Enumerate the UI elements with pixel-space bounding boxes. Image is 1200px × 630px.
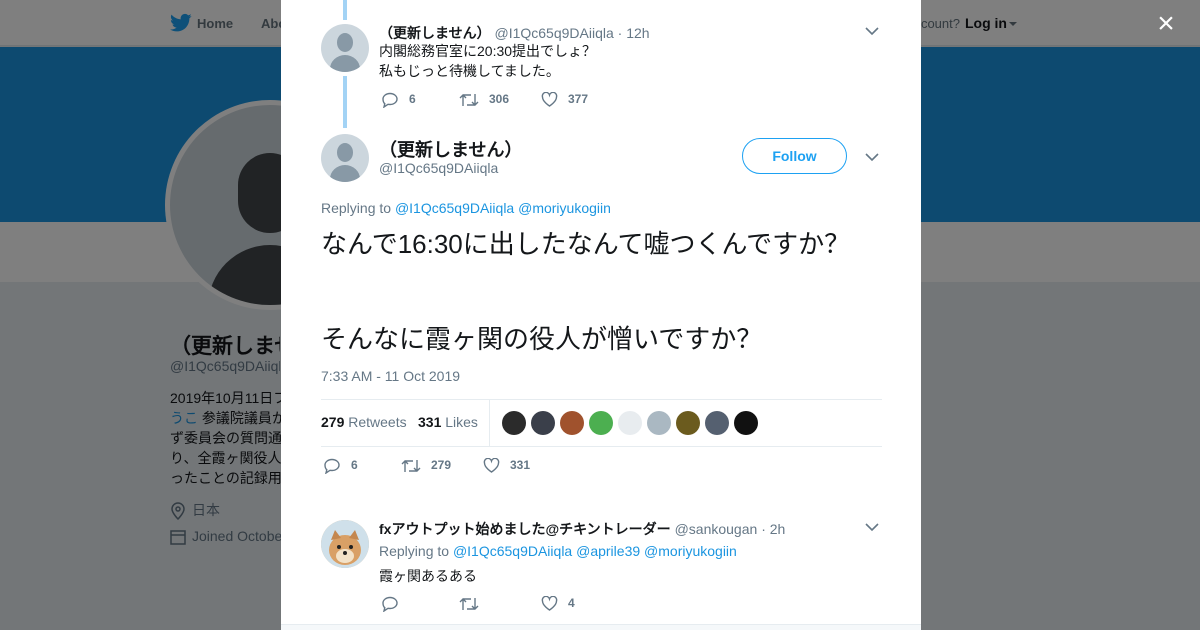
retweet-action[interactable]: 306	[459, 92, 509, 107]
reply-action[interactable]: 6	[381, 92, 416, 109]
prev-tweet-header: （更新しません） @I1Qc65q9DAiiqla · 12h	[379, 23, 650, 43]
retweet-icon	[401, 459, 421, 472]
thread-line	[343, 0, 347, 20]
main-tweet-text: そんなに霞ヶ関の役人が憎いですか？	[321, 324, 763, 354]
reply-tweet-avatar[interactable]	[321, 520, 369, 568]
tweet-timestamp[interactable]: 7:33 AM - 11 Oct 2019	[321, 368, 460, 384]
thread-line	[343, 76, 347, 128]
modal-bottom-bar	[281, 624, 921, 630]
reply-tweet-text: 霞ヶ関あるある	[379, 568, 477, 584]
reply-tweet-handle[interactable]: @sankougan	[675, 521, 758, 537]
retweets-stat-count: 279	[321, 414, 345, 430]
chevron-down-icon[interactable]	[865, 152, 879, 162]
retweet-action[interactable]: 279	[401, 458, 451, 473]
replying-prefix: Replying to	[379, 543, 450, 559]
mention-link[interactable]: @moriyukogiin	[518, 200, 611, 216]
main-tweet-avatar[interactable]	[321, 134, 369, 182]
reply-icon	[382, 596, 398, 613]
mention-link[interactable]: @moriyukogiin	[644, 543, 737, 559]
main-tweet-name[interactable]: （更新しません）	[379, 136, 522, 162]
heart-icon	[483, 458, 500, 474]
liker-avatar[interactable]	[560, 411, 584, 435]
retweet-count: 306	[489, 92, 510, 106]
prev-tweet-avatar[interactable]	[321, 24, 369, 72]
mention-link[interactable]: @I1Qc65q9DAiiqla	[395, 200, 514, 216]
like-action[interactable]: 331	[483, 458, 531, 474]
liker-avatar[interactable]	[705, 411, 729, 435]
stats-divider	[489, 400, 490, 447]
liker-avatar[interactable]	[734, 411, 758, 435]
retweets-stat[interactable]: 279 Retweets	[321, 414, 407, 430]
reply-count: 6	[409, 92, 416, 107]
mention-link[interactable]: @aprile39	[576, 543, 640, 559]
reply-action[interactable]: 6	[323, 458, 358, 475]
prev-tweet-name[interactable]: （更新しません）	[379, 25, 491, 41]
heart-icon	[541, 92, 558, 108]
reply-icon	[324, 458, 340, 475]
retweet-count: 279	[431, 458, 452, 472]
retweet-icon	[459, 597, 479, 610]
prev-tweet-line: 私もじっと待機してました。	[379, 63, 560, 79]
liker-avatar[interactable]	[502, 411, 526, 435]
liker-avatar[interactable]	[647, 411, 671, 435]
retweet-icon	[459, 93, 479, 106]
reply-tweet-time[interactable]: · 2h	[761, 521, 785, 537]
retweet-action[interactable]	[459, 596, 489, 611]
main-tweet-handle[interactable]: @I1Qc65q9DAiiqla	[379, 160, 498, 176]
tweet-modal: （更新しません） @I1Qc65q9DAiiqla · 12h 内閣総務官室に2…	[281, 0, 921, 630]
follow-button[interactable]: Follow	[742, 138, 847, 174]
likes-stat-count: 331	[418, 414, 442, 430]
liker-avatar[interactable]	[676, 411, 700, 435]
main-tweet-text: なんで16:30に出したなんて嘘つくんですか？	[321, 229, 851, 259]
like-count: 331	[510, 458, 531, 472]
heart-icon	[541, 596, 558, 612]
mention-link[interactable]: @I1Qc65q9DAiiqla	[453, 543, 572, 559]
prev-tweet-line: 内閣総務官室に20:30提出でしょ？	[379, 43, 597, 59]
liker-avatar[interactable]	[618, 411, 642, 435]
like-count: 377	[568, 92, 589, 106]
reply-action[interactable]	[381, 596, 409, 613]
prev-tweet-time[interactable]: · 12h	[618, 25, 650, 41]
tweet-stats: 279 Retweets 331 Likes	[321, 399, 882, 447]
liker-avatar[interactable]	[531, 411, 555, 435]
like-count: 4	[568, 596, 575, 610]
reply-replying-to: Replying to @I1Qc65q9DAiiqla @aprile39 @…	[379, 543, 737, 559]
reply-icon	[382, 92, 398, 109]
replying-prefix: Replying to	[321, 200, 392, 216]
reply-count: 6	[351, 458, 358, 473]
dog-avatar-icon	[321, 520, 369, 568]
like-action[interactable]: 4	[541, 596, 575, 612]
likes-stat-label: Likes	[445, 414, 478, 430]
close-icon[interactable]: ×	[1152, 9, 1180, 39]
likes-stat[interactable]: 331 Likes	[418, 414, 478, 430]
chevron-down-icon[interactable]	[865, 522, 879, 532]
replying-to: Replying to @I1Qc65q9DAiiqla @moriyukogi…	[321, 200, 611, 216]
reply-tweet-header: fxアウトプット始めました@チキントレーダー @sankougan · 2h	[379, 519, 785, 539]
reply-tweet-name[interactable]: fxアウトプット始めました@チキントレーダー	[379, 521, 671, 537]
retweets-stat-label: Retweets	[348, 414, 407, 430]
prev-tweet-handle[interactable]: @I1Qc65q9DAiiqla	[494, 25, 613, 41]
chevron-down-icon[interactable]	[865, 26, 879, 36]
liker-avatar[interactable]	[589, 411, 613, 435]
prev-tweet-text: 内閣総務官室に20:30提出でしょ？ 私もじっと待機してました。	[379, 41, 596, 81]
like-action[interactable]: 377	[541, 92, 589, 108]
